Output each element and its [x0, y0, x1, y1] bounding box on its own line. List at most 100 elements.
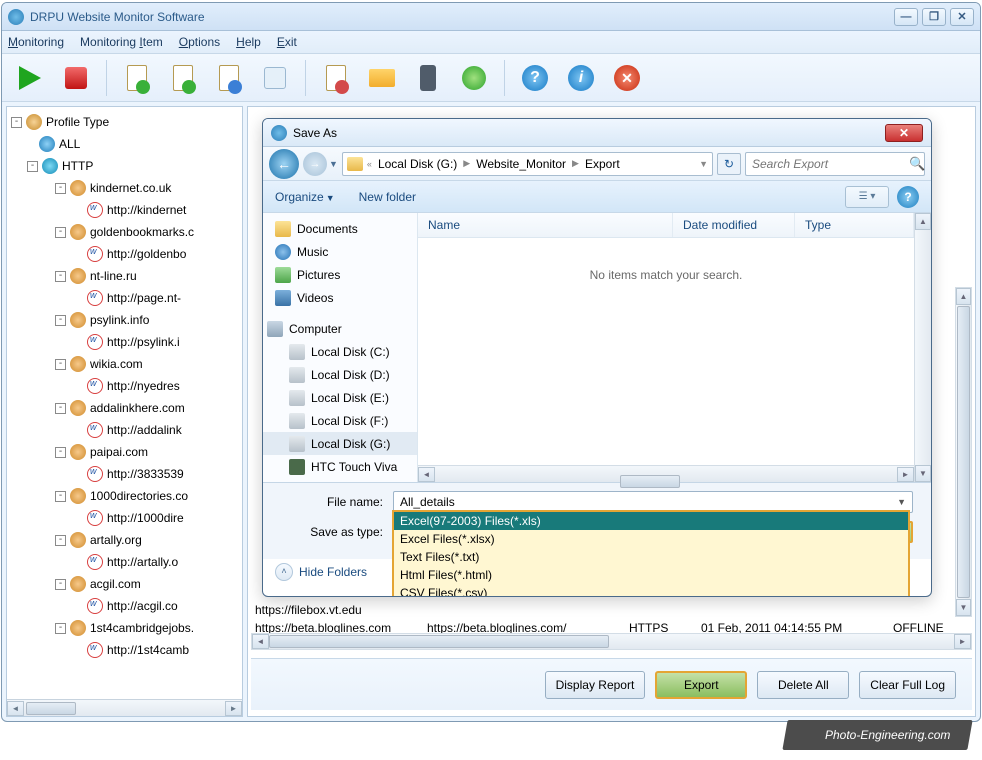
- tree-url[interactable]: http://3833539: [11, 463, 238, 485]
- file-list: Name Date modified Type No items match y…: [418, 213, 914, 482]
- filename-label: File name:: [281, 495, 393, 509]
- nav-pictures[interactable]: Pictures: [263, 263, 417, 286]
- tree-all[interactable]: ALL: [11, 133, 238, 155]
- tree-site[interactable]: -acgil.com: [11, 573, 238, 595]
- tree-url[interactable]: http://1st4camb: [11, 639, 238, 661]
- watermark: Photo-Engineering.com: [782, 720, 973, 750]
- column-date[interactable]: Date modified: [673, 213, 795, 237]
- tree-url[interactable]: http://psylink.i: [11, 331, 238, 353]
- dialog-close-button[interactable]: ✕: [885, 124, 923, 142]
- tree-site[interactable]: -artally.org: [11, 529, 238, 551]
- nav-computer[interactable]: Computer: [263, 317, 417, 340]
- phone-button[interactable]: [408, 58, 448, 98]
- menu-help[interactable]: Help: [236, 35, 261, 49]
- tree-url[interactable]: http://goldenbo: [11, 243, 238, 265]
- nav-back-button[interactable]: ←: [269, 149, 299, 179]
- type-option[interactable]: Excel(97-2003) Files(*.xls): [394, 512, 908, 530]
- tree-site[interactable]: -kindernet.co.uk: [11, 177, 238, 199]
- nav-forward-button[interactable]: →: [303, 152, 327, 176]
- edit-item-button[interactable]: [209, 58, 249, 98]
- menu-monitoring[interactable]: Monitoring: [8, 35, 64, 49]
- dialog-help-button[interactable]: ?: [897, 186, 919, 208]
- file-list-v-scrollbar[interactable]: ▲▼: [914, 213, 931, 482]
- sidebar-h-scrollbar[interactable]: ◄►: [7, 699, 242, 716]
- tree-url[interactable]: http://1000dire: [11, 507, 238, 529]
- tree-site[interactable]: -psylink.info: [11, 309, 238, 331]
- empty-message: No items match your search.: [418, 238, 914, 465]
- search-box[interactable]: 🔍: [745, 152, 925, 176]
- refresh-button[interactable]: ↻: [717, 153, 741, 175]
- maximize-button[interactable]: ❐: [922, 8, 946, 26]
- exit-toolbar-button[interactable]: ✕: [607, 58, 647, 98]
- tree-site[interactable]: -paipai.com: [11, 441, 238, 463]
- type-option[interactable]: Excel Files(*.xlsx): [394, 530, 908, 548]
- clear-log-button[interactable]: Clear Full Log: [859, 671, 956, 699]
- menu-monitoring-item[interactable]: Monitoring Item: [80, 35, 163, 49]
- file-list-h-scrollbar[interactable]: ◄►: [418, 465, 914, 482]
- nav-music[interactable]: Music: [263, 240, 417, 263]
- add-item-button[interactable]: [117, 58, 157, 98]
- type-option[interactable]: Text Files(*.txt): [394, 548, 908, 566]
- nav-disk[interactable]: Local Disk (G:): [263, 432, 417, 455]
- tree-http[interactable]: -HTTP: [11, 155, 238, 177]
- tree-url[interactable]: http://acgil.co: [11, 595, 238, 617]
- type-option[interactable]: Html Files(*.html): [394, 566, 908, 584]
- nav-disk[interactable]: Local Disk (F:): [263, 409, 417, 432]
- menu-exit[interactable]: Exit: [277, 35, 297, 49]
- crumb-2[interactable]: Export: [581, 157, 624, 171]
- nav-videos[interactable]: Videos: [263, 286, 417, 309]
- nav-disk[interactable]: Local Disk (D:): [263, 363, 417, 386]
- chevron-up-icon: ˄: [275, 563, 293, 581]
- recycle-button[interactable]: [255, 58, 295, 98]
- nav-disk[interactable]: HTC Touch Viva: [263, 455, 417, 478]
- tree-url[interactable]: http://page.nt-: [11, 287, 238, 309]
- dialog-icon: [271, 125, 287, 141]
- type-option[interactable]: CSV Files(*.csv): [394, 584, 908, 597]
- nav-disk[interactable]: Local Disk (C:): [263, 340, 417, 363]
- dialog-title: Save As: [293, 126, 885, 140]
- delete-all-button[interactable]: Delete All: [757, 671, 849, 699]
- content-v-scrollbar[interactable]: ▲▼: [955, 287, 972, 617]
- menu-options[interactable]: Options: [179, 35, 220, 49]
- minimize-button[interactable]: —: [894, 8, 918, 26]
- crumb-0[interactable]: Local Disk (G:): [374, 157, 461, 171]
- display-report-button[interactable]: Display Report: [545, 671, 646, 699]
- tree-url[interactable]: http://nyedres: [11, 375, 238, 397]
- tree-url[interactable]: http://kindernet: [11, 199, 238, 221]
- column-name[interactable]: Name: [418, 213, 673, 237]
- mail-button[interactable]: [362, 58, 402, 98]
- start-button[interactable]: [10, 58, 50, 98]
- filename-input[interactable]: [400, 495, 897, 509]
- crumb-1[interactable]: Website_Monitor: [472, 157, 570, 171]
- content-h-scrollbar[interactable]: ◄►: [251, 633, 972, 650]
- help-button[interactable]: ?: [515, 58, 555, 98]
- tree-url[interactable]: http://addalink: [11, 419, 238, 441]
- data-row[interactable]: https://filebox.vt.edu: [251, 601, 972, 619]
- tree-site[interactable]: -wikia.com: [11, 353, 238, 375]
- nav-disk[interactable]: Local Disk (E:): [263, 386, 417, 409]
- breadcrumb[interactable]: « Local Disk (G:) ▶ Website_Monitor ▶ Ex…: [342, 152, 713, 176]
- add-multi-button[interactable]: [163, 58, 203, 98]
- stop-button[interactable]: [56, 58, 96, 98]
- tree-site[interactable]: -1000directories.co: [11, 485, 238, 507]
- info-button[interactable]: i: [561, 58, 601, 98]
- nav-documents[interactable]: Documents: [263, 217, 417, 240]
- tree-site[interactable]: -nt-line.ru: [11, 265, 238, 287]
- tree-url[interactable]: http://artally.o: [11, 551, 238, 573]
- dialog-title-bar[interactable]: Save As ✕: [263, 119, 931, 147]
- delete-doc-button[interactable]: [316, 58, 356, 98]
- organize-button[interactable]: Organize▼: [275, 190, 335, 204]
- search-input[interactable]: [752, 157, 909, 171]
- search-icon: 🔍: [909, 156, 925, 172]
- export-button[interactable]: Export: [655, 671, 747, 699]
- tree-root[interactable]: -Profile Type: [11, 111, 238, 133]
- profile-tree-panel: -Profile TypeALL-HTTP-kindernet.co.ukhtt…: [6, 106, 243, 717]
- tree-site[interactable]: -addalinkhere.com: [11, 397, 238, 419]
- view-mode-button[interactable]: ☰ ▾: [845, 186, 889, 208]
- tree-site[interactable]: -goldenbookmarks.c: [11, 221, 238, 243]
- close-button[interactable]: ✕: [950, 8, 974, 26]
- column-type[interactable]: Type: [795, 213, 914, 237]
- sync-button[interactable]: [454, 58, 494, 98]
- new-folder-button[interactable]: New folder: [359, 190, 416, 204]
- tree-site[interactable]: -1st4cambridgejobs.: [11, 617, 238, 639]
